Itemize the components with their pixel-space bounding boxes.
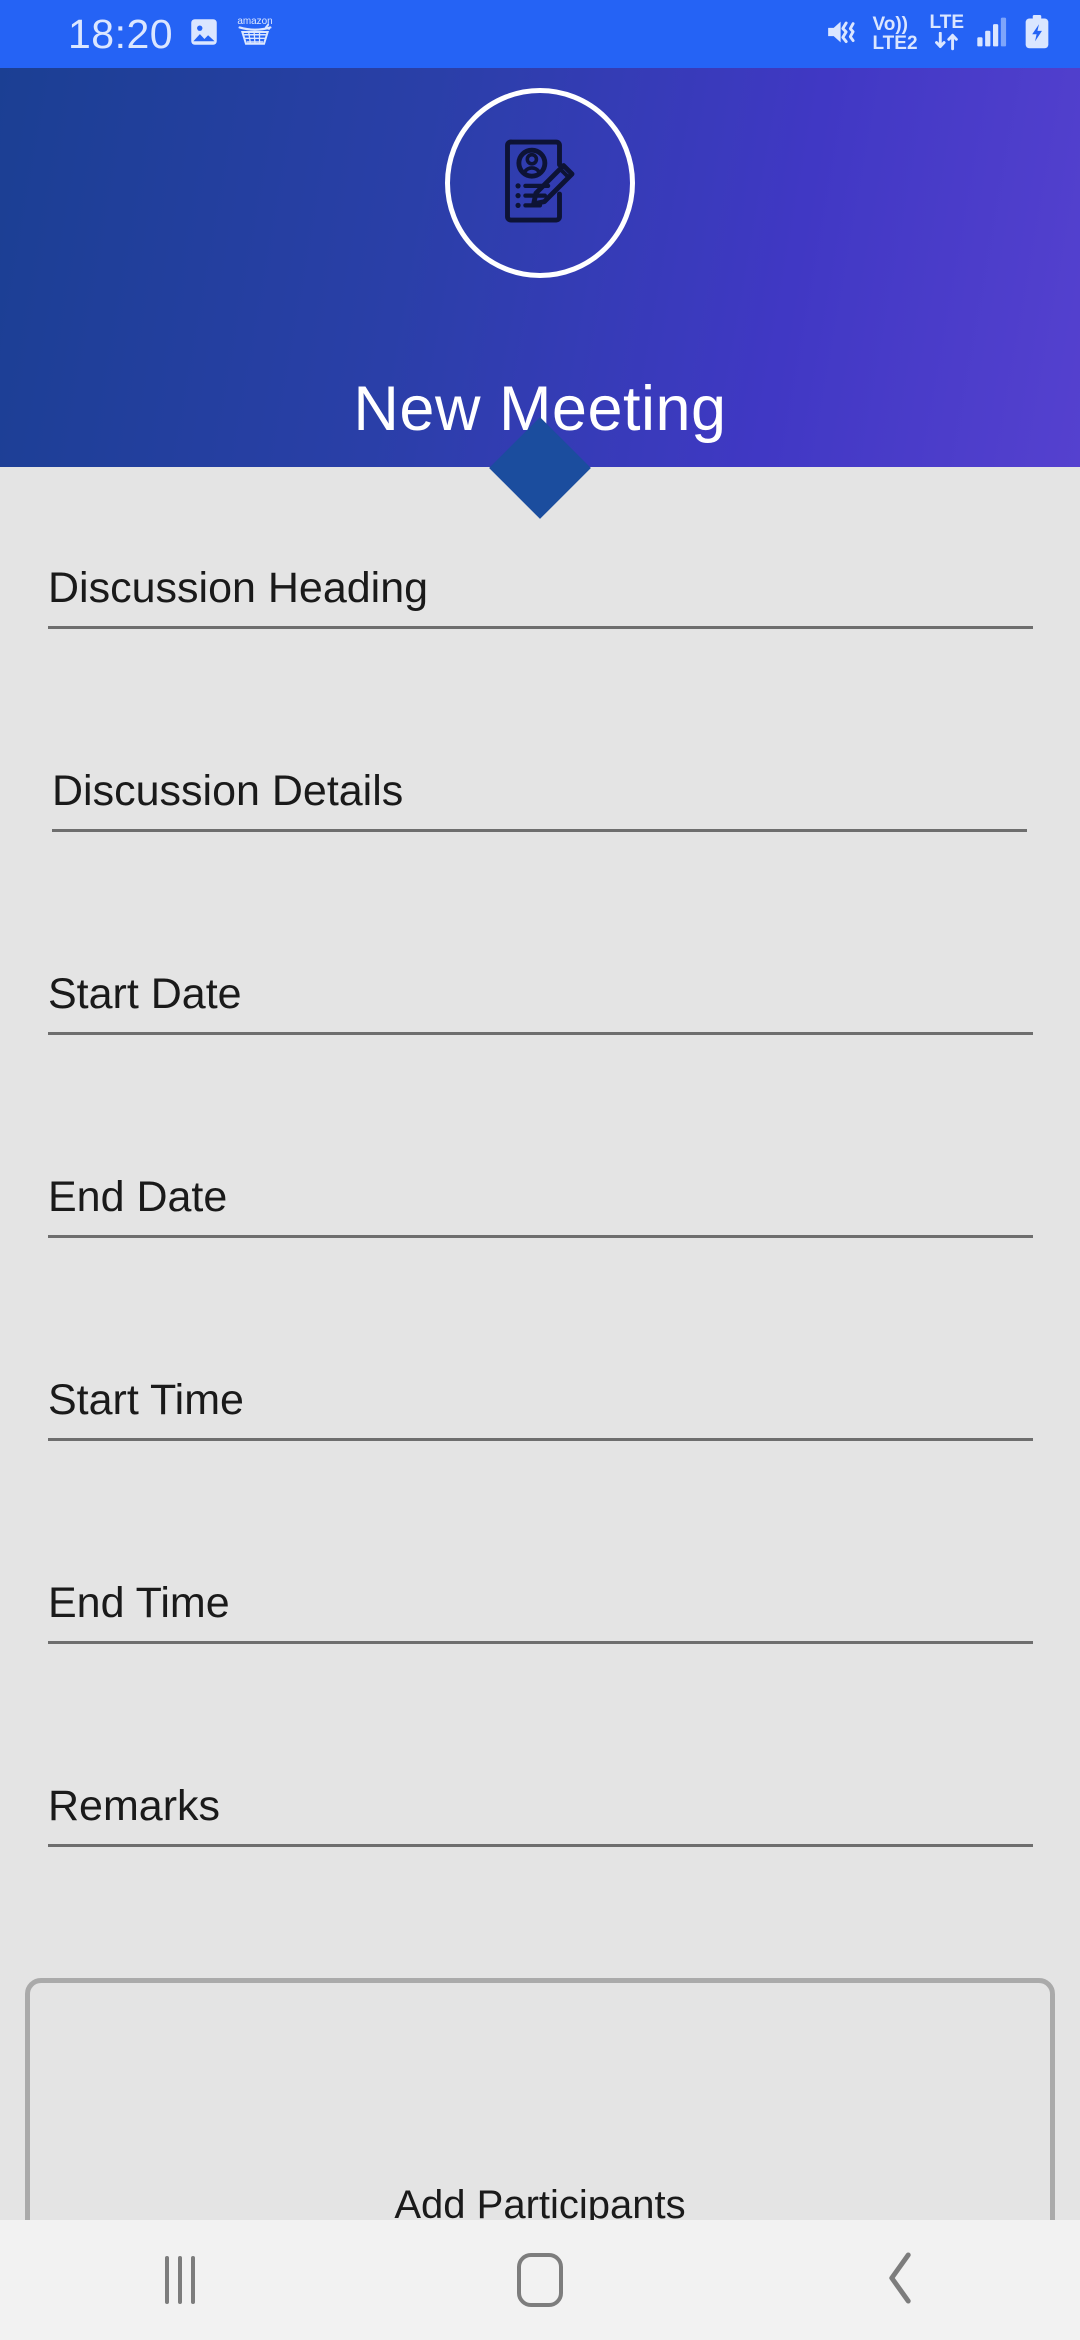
field-hint-end-time: End Time <box>48 1579 230 1627</box>
mute-vibrate-icon <box>824 15 860 54</box>
status-bar: 18:20 amazon Vo)) LTE2 LTE <box>0 0 1080 68</box>
field-discussion-details[interactable]: Discussion Details <box>52 765 1027 832</box>
home-icon <box>517 2253 563 2307</box>
back-chevron-icon <box>880 2250 920 2311</box>
field-start-time[interactable]: Start Time <box>48 1374 1033 1441</box>
app-logo-circle <box>445 88 635 278</box>
lte-data-indicator: LTE <box>930 13 964 55</box>
volte-sim-indicator: Vo)) LTE2 <box>872 15 917 53</box>
field-underline-discussion-details <box>52 829 1027 832</box>
field-end-time[interactable]: End Time <box>48 1577 1033 1644</box>
data-transfer-icon <box>932 31 962 55</box>
field-hint-start-time: Start Time <box>48 1376 244 1424</box>
meeting-document-pencil-icon <box>488 129 592 238</box>
lte-label: LTE <box>929 12 964 33</box>
field-remarks[interactable]: Remarks <box>48 1780 1033 1847</box>
app-header: New Meeting <box>0 68 1080 467</box>
system-navigation-bar <box>0 2220 1080 2340</box>
field-underline-discussion-heading <box>48 626 1033 629</box>
field-underline-start-date <box>48 1032 1033 1035</box>
volte-label: Vo)) <box>872 14 908 35</box>
status-bar-left: 18:20 amazon <box>0 13 275 56</box>
field-hint-start-date: Start Date <box>48 970 242 1018</box>
sim2-label: LTE2 <box>872 33 918 54</box>
field-hint-discussion-heading: Discussion Heading <box>48 564 429 612</box>
status-bar-right: Vo)) LTE2 LTE <box>824 13 1080 55</box>
battery-charging-icon <box>1022 14 1052 54</box>
back-button[interactable] <box>820 2220 980 2340</box>
signal-bars-icon <box>976 16 1010 53</box>
home-button[interactable] <box>460 2220 620 2340</box>
field-hint-end-date: End Date <box>48 1173 228 1221</box>
field-underline-end-time <box>48 1641 1033 1644</box>
phone-screen: 18:20 amazon Vo)) LTE2 LTE New Meeting D… <box>0 0 1080 2340</box>
recent-apps-button[interactable] <box>100 2220 260 2340</box>
field-discussion-heading[interactable]: Discussion Heading <box>48 562 1033 629</box>
field-end-date[interactable]: End Date <box>48 1171 1033 1238</box>
field-start-date[interactable]: Start Date <box>48 968 1033 1035</box>
field-hint-remarks: Remarks <box>48 1782 221 1830</box>
field-hint-discussion-details: Discussion Details <box>52 767 404 815</box>
field-underline-start-time <box>48 1438 1033 1441</box>
amazon-icon: amazon <box>235 13 275 56</box>
recent-apps-icon <box>165 2256 195 2304</box>
field-underline-remarks <box>48 1844 1033 1847</box>
status-bar-clock: 18:20 <box>68 10 174 57</box>
gallery-icon <box>187 15 221 54</box>
field-underline-end-date <box>48 1235 1033 1238</box>
